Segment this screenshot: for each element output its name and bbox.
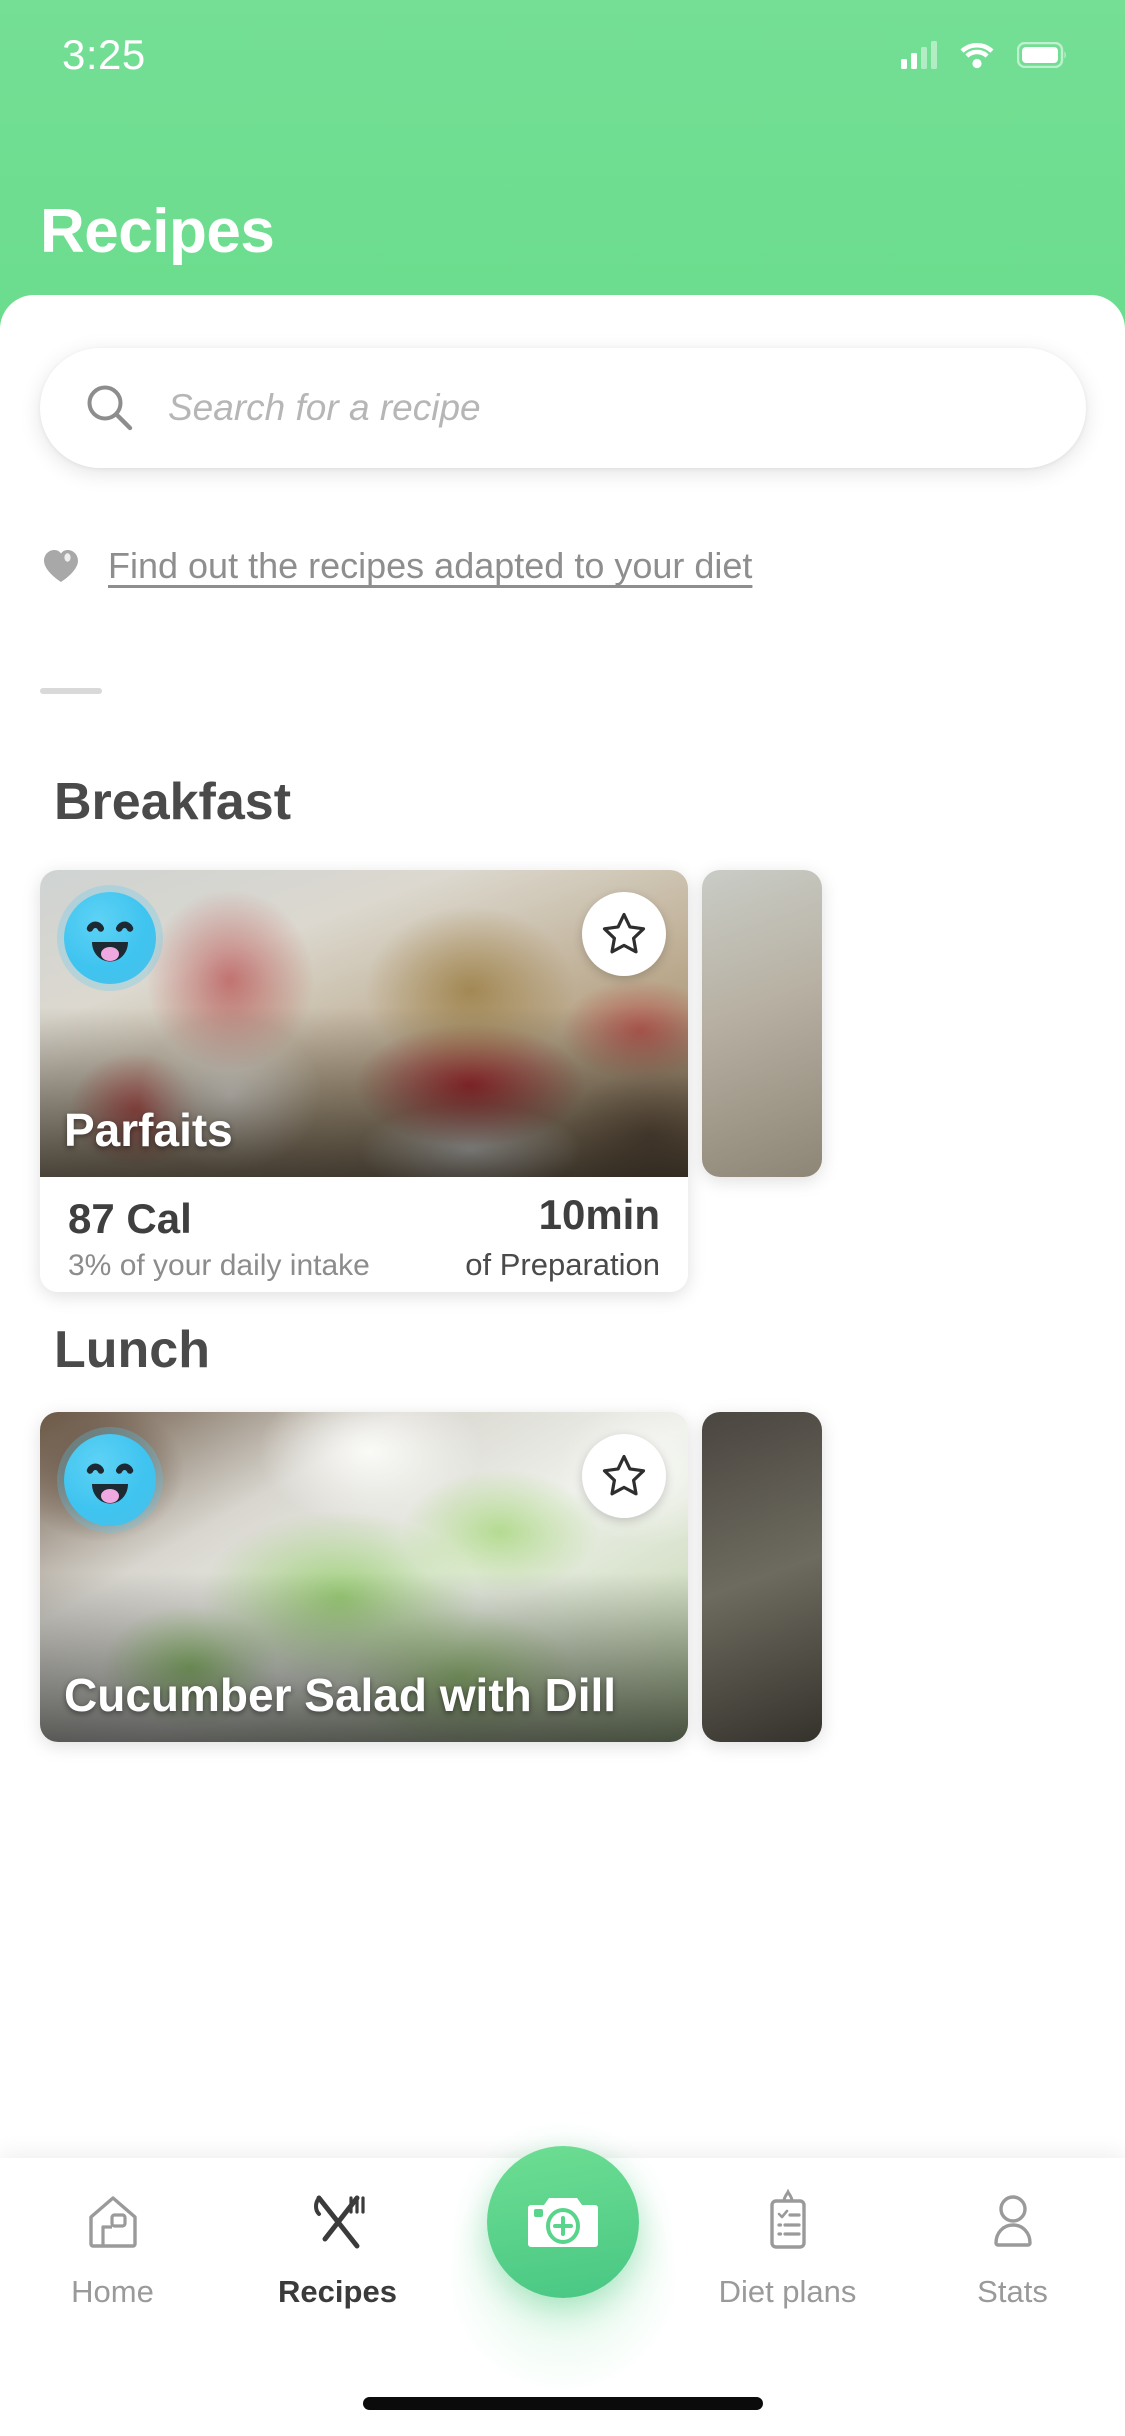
heart-icon: [44, 550, 78, 582]
recipe-daily-intake: 3% of your daily intake: [68, 1249, 370, 1282]
recipe-title: Cucumber Salad with Dill: [64, 1669, 617, 1721]
search-bar[interactable]: Search for a recipe: [40, 348, 1086, 468]
home-indicator: [362, 2397, 763, 2410]
recipe-time-caption: of Preparation: [465, 1247, 660, 1282]
wifi-icon: [960, 43, 994, 69]
diet-link[interactable]: Find out the recipes adapted to your die…: [42, 545, 752, 587]
app-header: 3:25 Recipes: [0, 0, 1125, 330]
recipe-card-peek-breakfast[interactable]: [702, 870, 822, 1177]
star-outline-icon: [602, 912, 646, 954]
smiley-face-icon: [64, 1434, 156, 1526]
tab-label: Home: [71, 2274, 154, 2309]
tab-label: Diet plans: [718, 2274, 857, 2309]
diet-link-label[interactable]: Find out the recipes adapted to your die…: [108, 545, 752, 587]
tab-label: Recipes: [278, 2274, 397, 2309]
signal-bars-icon: [901, 41, 937, 69]
section-divider: [40, 688, 102, 694]
star-outline-icon: [602, 1454, 646, 1496]
search-icon: [87, 385, 133, 431]
recipe-photo-container: Parfaits: [40, 870, 688, 1177]
favorite-button[interactable]: [582, 892, 666, 976]
tab-stats[interactable]: Stats: [900, 2186, 1125, 2310]
content-sheet: Search for a recipe Find out the recipes…: [0, 295, 1125, 2436]
recipe-card-parfaits[interactable]: Parfaits 87 Cal 3% of your daily intake …: [40, 870, 688, 1292]
person-icon: [978, 2186, 1048, 2258]
recipe-time: 10min: [538, 1191, 660, 1238]
recipe-calories: 87 Cal: [68, 1195, 192, 1242]
recipe-photo-container: Cucumber Salad with Dill: [40, 1412, 688, 1742]
house-icon: [78, 2186, 148, 2258]
recipe-time-block: 10min of Preparation: [465, 1191, 660, 1283]
recipe-photo: [702, 1412, 822, 1742]
recipe-info: 87 Cal 3% of your daily intake 10min of …: [40, 1177, 688, 1292]
favorite-button[interactable]: [582, 1434, 666, 1518]
recipe-calories-block: 87 Cal 3% of your daily intake: [68, 1195, 370, 1283]
camera-plus-icon: [527, 2198, 598, 2247]
recipe-title: Parfaits: [64, 1104, 233, 1156]
section-title-lunch: Lunch: [54, 1321, 210, 1379]
tab-recipes[interactable]: Recipes: [225, 2186, 450, 2310]
recipe-photo: [702, 870, 822, 1177]
status-bar-icons: [901, 41, 1067, 69]
search-input[interactable]: Search for a recipe: [168, 387, 481, 429]
bottom-tab-bar: Home Recipes Diet plans Stats: [0, 2146, 1125, 2436]
recipe-card-peek-lunch[interactable]: [702, 1412, 822, 1742]
status-bar: 3:25: [0, 0, 1125, 110]
battery-icon: [1017, 42, 1066, 68]
tab-diet-plans[interactable]: Diet plans: [675, 2186, 900, 2310]
tab-label: Stats: [977, 2274, 1048, 2309]
tab-home[interactable]: Home: [0, 2186, 225, 2310]
status-bar-time: 3:25: [62, 31, 146, 78]
page-title: Recipes: [40, 197, 275, 266]
fork-knife-icon: [303, 2186, 373, 2258]
recipe-card-cucumber-salad[interactable]: Cucumber Salad with Dill: [40, 1412, 688, 1742]
section-title-breakfast: Breakfast: [54, 773, 292, 831]
add-meal-camera-button[interactable]: [486, 2146, 639, 2298]
smiley-face-icon: [64, 892, 156, 984]
clipboard-icon: [753, 2186, 823, 2258]
